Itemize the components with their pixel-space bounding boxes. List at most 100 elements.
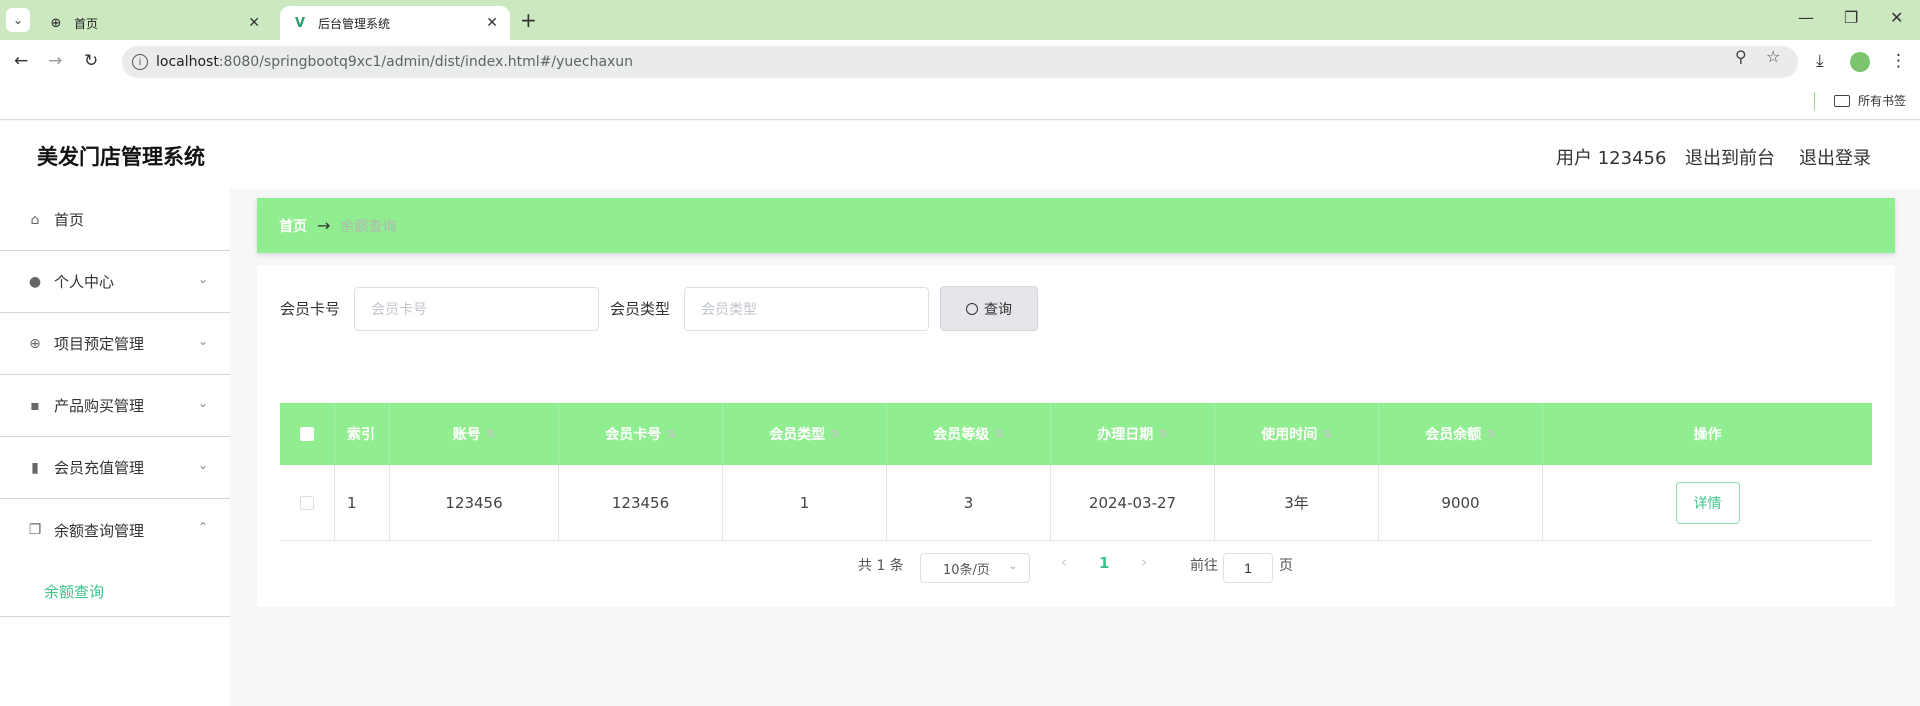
col-member-type[interactable]: 会员类型 ⇅ [723,403,887,465]
browser-tab-home[interactable]: ⊕ 首页 ✕ [36,6,272,40]
tab-search-button[interactable]: ⌄ [6,8,30,32]
bookmark-star-icon[interactable]: ☆ [1766,47,1780,66]
table-row: 1 123456 123456 1 3 2024-03-27 3年 9000 详… [280,465,1872,541]
close-icon[interactable]: ✕ [486,15,498,31]
minimize-button[interactable]: — [1798,8,1814,27]
bookmarks-folder-label: 所有书签 [1858,94,1907,108]
search-button[interactable]: 查询 [940,286,1038,331]
next-page-button[interactable]: › [1141,553,1147,571]
site-info-icon[interactable]: i [132,54,148,70]
zoom-icon[interactable]: ⚲ [1735,47,1747,66]
breadcrumb-home[interactable]: 首页 [279,216,307,236]
globe-icon: ⊕ [50,15,62,31]
sort-icon[interactable]: ⇅ [831,429,839,440]
col-account[interactable]: 账号 ⇅ [390,403,559,465]
sort-icon[interactable]: ⇅ [667,429,675,440]
window-close-button[interactable]: ✕ [1890,8,1903,27]
page-size-value: 10条/页 [943,562,990,578]
exit-to-front-link[interactable]: 退出到前台 [1685,144,1775,170]
col-card-number[interactable]: 会员卡号 ⇅ [559,403,723,465]
forward-button[interactable]: → [48,51,62,71]
pagination-total: 共 1 条 [858,558,904,574]
col-label: 办理日期 [1097,427,1154,443]
all-bookmarks-folder[interactable]: 所有书签 [1834,92,1906,109]
col-index: 索引 [335,403,390,465]
copy-icon: ❐ [28,522,42,538]
col-date[interactable]: 办理日期 ⇅ [1051,403,1215,465]
current-user: 用户 123456 [1556,148,1667,169]
download-icon[interactable]: ⤓ [1816,51,1824,71]
page-size-select[interactable]: 10条/页 ⌄ [920,553,1030,583]
sort-icon[interactable]: ⇅ [1323,429,1331,440]
address-bar[interactable]: i localhost:8080/springbootq9xc1/admin/d… [122,46,1798,78]
chat-icon: ▪ [30,397,40,414]
sort-icon[interactable]: ⇅ [487,429,495,440]
new-tab-button[interactable]: + [520,8,537,32]
more-menu-icon[interactable]: ⋮ [1890,51,1907,71]
sidebar-item-label: 个人中心 [54,273,115,291]
sidebar-item-label: 会员充值管理 [54,459,145,477]
restore-button[interactable]: ❐ [1844,8,1858,27]
bookmarks-separator [1814,92,1815,110]
logout-link[interactable]: 退出登录 [1799,144,1871,170]
sidebar-item-personal-center[interactable]: ● 个人中心 ⌄ [0,251,230,313]
tab-title: 后台管理系统 [318,16,391,31]
url-path: :8080/springbootq9xc1/admin/dist/index.h… [218,54,634,70]
col-actions: 操作 [1693,427,1722,443]
sidebar-item-member-recharge[interactable]: ▮ 会员充值管理 ⌄ [0,437,230,499]
reload-button[interactable]: ↻ [84,51,98,71]
sort-icon[interactable]: ⇅ [1159,429,1167,440]
sidebar: ⌂ 首页 ● 个人中心 ⌄ ⊕ 项目预定管理 ⌄ ▪ 产品购买管理 ⌄ ▮ 会员… [0,189,230,706]
cell-member-type: 1 [723,465,887,540]
search-button-label: 查询 [984,300,1012,317]
current-page-number[interactable]: 1 [1099,554,1109,572]
sidebar-item-label: 项目预定管理 [54,335,145,353]
breadcrumb: 首页 → 余额查询 [257,198,1895,253]
sidebar-item-label: 首页 [54,211,85,229]
col-label: 使用时间 [1261,427,1318,443]
select-all-cell [280,403,335,465]
col-member-level[interactable]: 会员等级 ⇅ [887,403,1051,465]
member-type-input[interactable] [684,287,929,331]
sidebar-item-home[interactable]: ⌂ 首页 [0,189,230,251]
url-host: localhost [156,54,219,70]
search-icon [966,302,978,315]
home-icon: ⌂ [30,211,40,228]
cell-date: 2024-03-27 [1051,465,1215,540]
sidebar-item-label: 余额查询管理 [54,521,145,540]
sort-icon[interactable]: ⇅ [1487,429,1495,440]
browser-tab-admin[interactable]: V 后台管理系统 ✕ [280,6,510,40]
back-button[interactable]: ← [14,51,28,71]
folder-icon [1834,94,1850,107]
col-label: 会员类型 [769,427,826,443]
col-balance[interactable]: 会员余额 ⇅ [1379,403,1543,465]
prev-page-button[interactable]: ‹ [1061,553,1067,571]
row-select-cell [280,465,335,540]
sidebar-item-balance-query-mgmt[interactable]: ❐ 余额查询管理 ⌃ [0,499,230,561]
sidebar-item-project-booking[interactable]: ⊕ 项目预定管理 ⌄ [0,313,230,375]
detail-button[interactable]: 详情 [1675,481,1740,524]
select-all-checkbox[interactable] [300,427,314,441]
col-duration[interactable]: 使用时间 ⇅ [1215,403,1379,465]
cell-member-level: 3 [887,465,1051,540]
chevron-up-icon: ⌃ [197,520,208,534]
close-icon[interactable]: ✕ [248,15,260,31]
chevron-down-icon: ⌄ [12,13,24,27]
col-label: 会员卡号 [605,427,662,443]
cell-index: 1 [335,465,390,540]
chevron-down-icon: ⌄ [197,396,208,410]
cell-duration: 3年 [1215,465,1379,540]
page-suffix-label: 页 [1279,558,1293,574]
sort-icon[interactable]: ⇅ [995,429,1003,440]
library-icon: ▮ [31,459,39,476]
card-number-input[interactable] [354,287,599,331]
sidebar-subitem-balance-query[interactable]: 余额查询 [44,581,104,602]
balance-table: 索引 账号 ⇅ 会员卡号 ⇅ 会员类型 ⇅ 会员等级 ⇅ 办理日期 ⇅ 使用时间 ⇅ 会员余… [280,403,1872,541]
sidebar-group-balance: ❐ 余额查询管理 ⌃ 余额查询 [0,499,230,617]
sidebar-item-product-purchase[interactable]: ▪ 产品购买管理 ⌄ [0,375,230,437]
goto-page-input[interactable] [1223,553,1273,583]
main-content: 会员卡号 会员类型 查询 索引 账号 ⇅ 会员卡号 ⇅ 会员类型 ⇅ 会员等级 ⇅ 办理… [257,265,1895,607]
goto-label: 前往 [1190,558,1218,574]
profile-avatar[interactable] [1850,52,1870,72]
row-checkbox[interactable] [300,495,314,510]
